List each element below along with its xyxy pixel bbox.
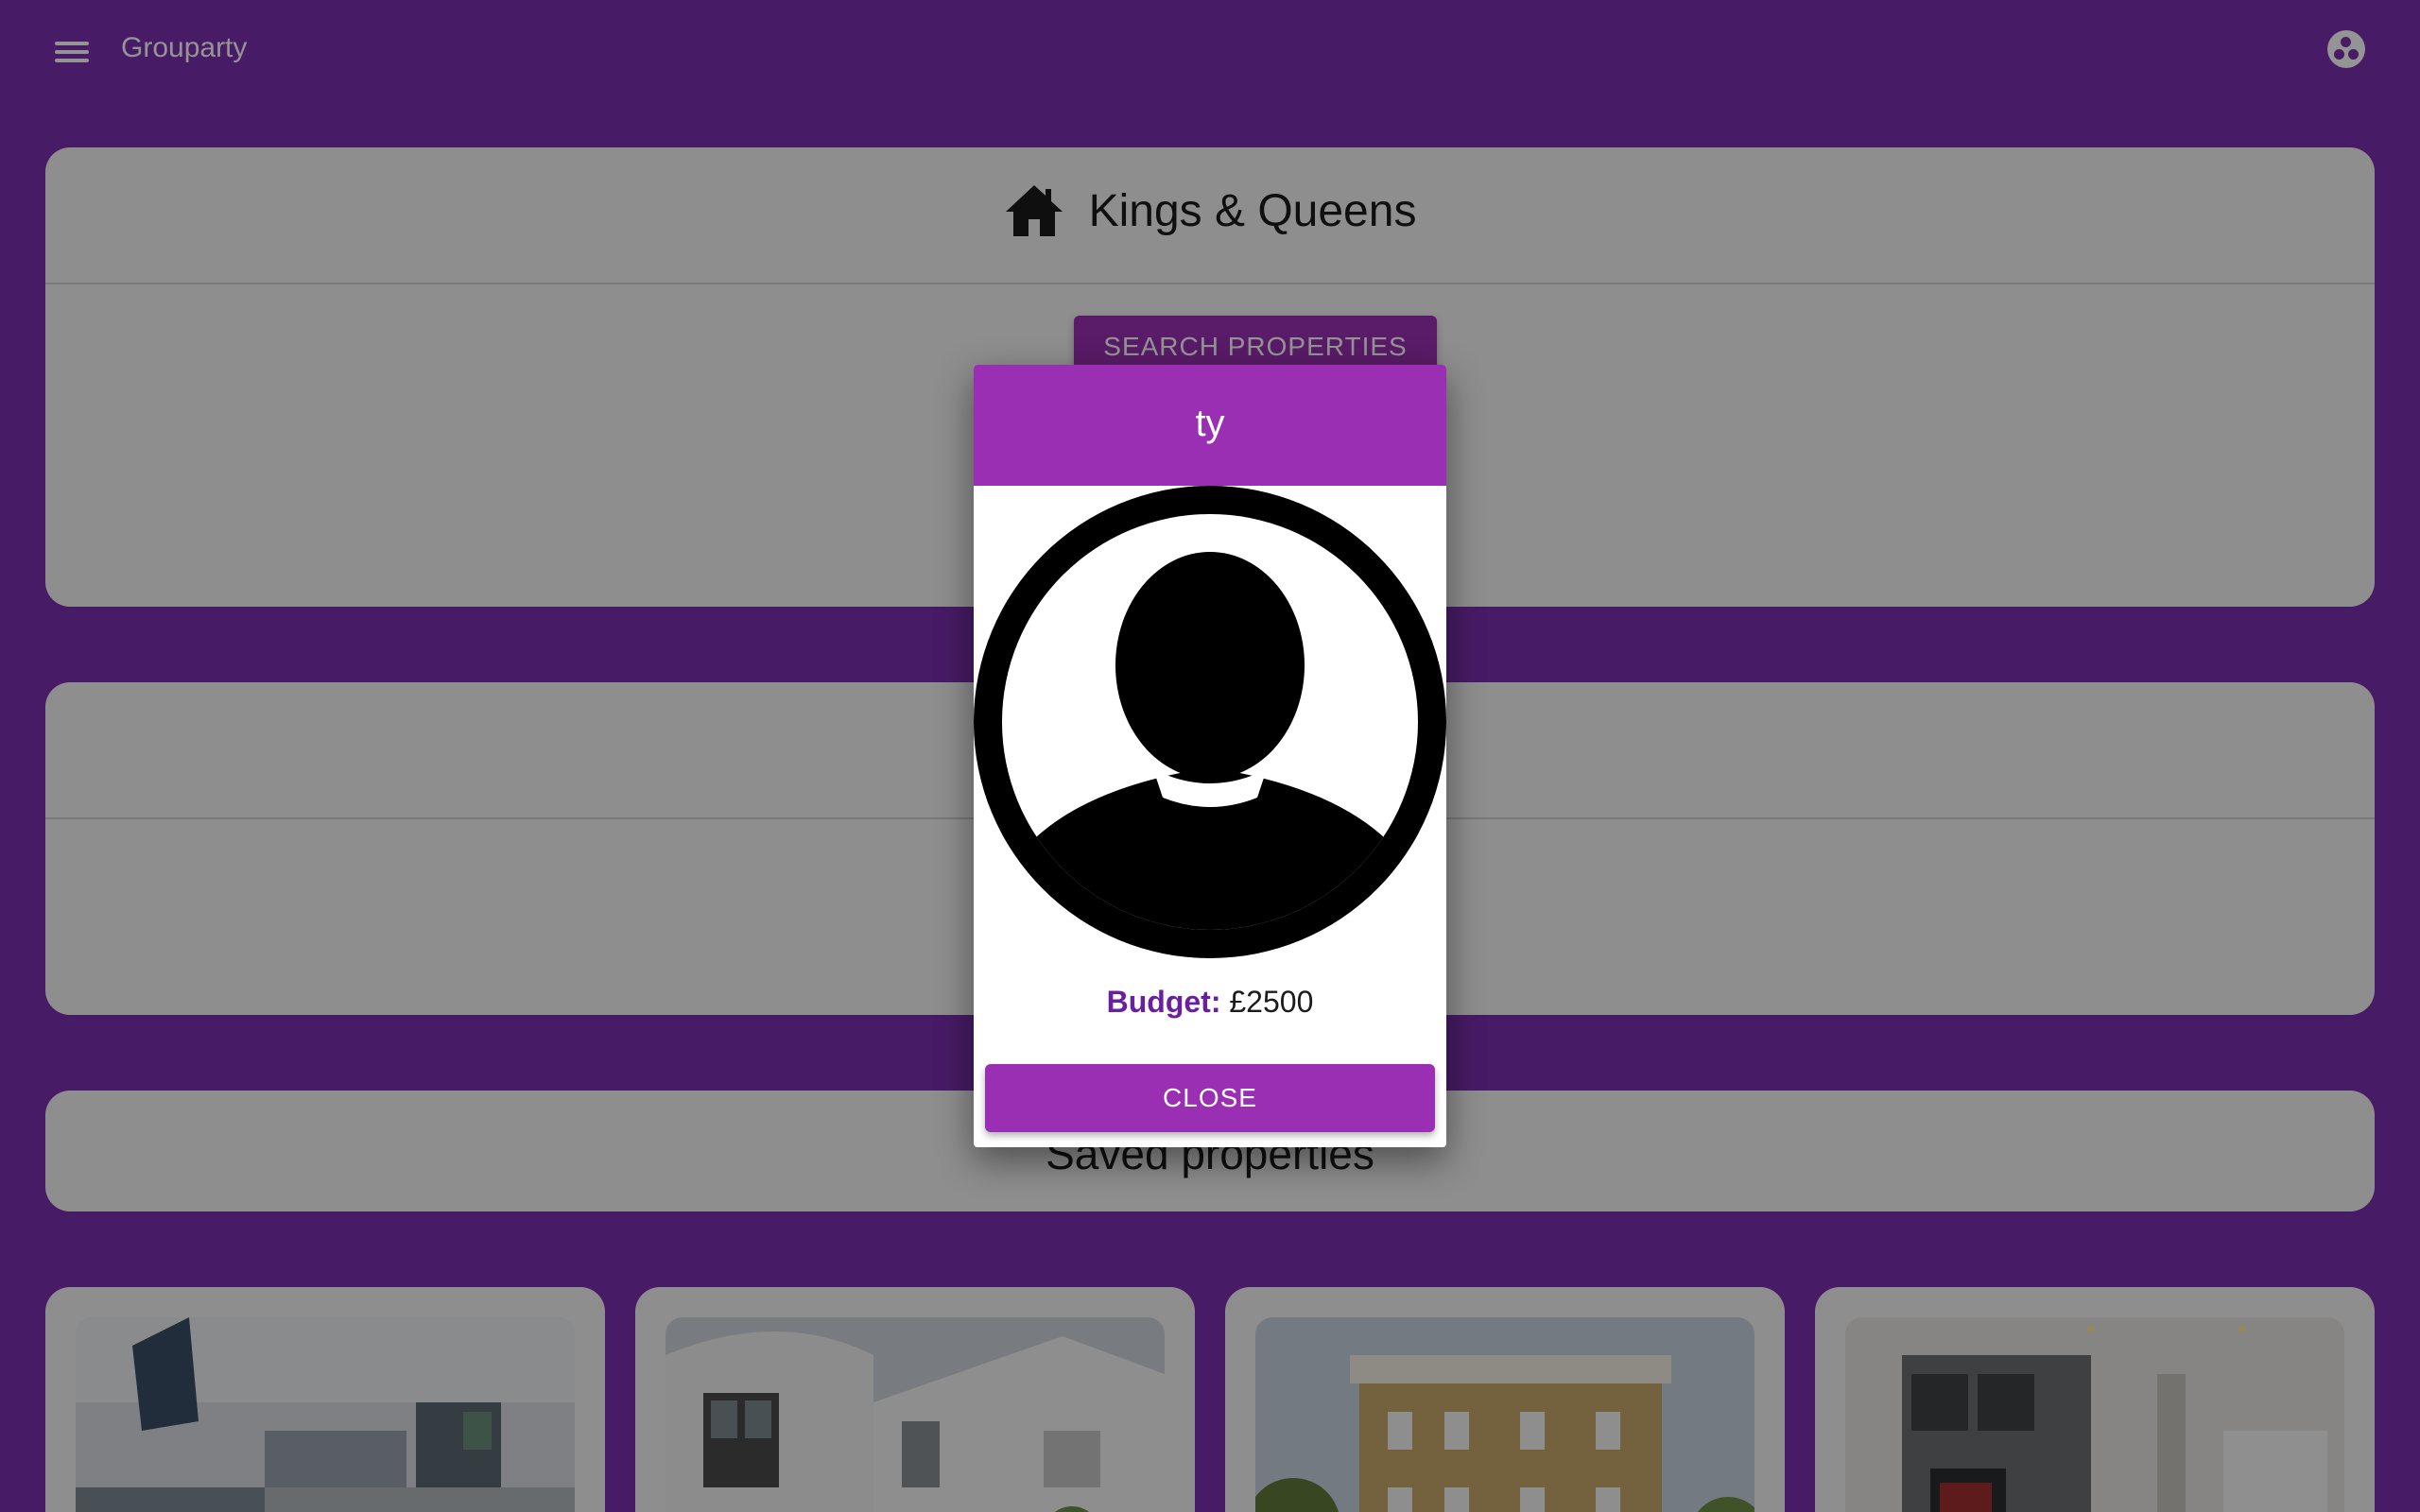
budget-label: Budget: xyxy=(1106,985,1221,1019)
user-avatar-icon xyxy=(974,486,1446,958)
app: Grouparty Kings & Queens SEARCH PROPERTI… xyxy=(0,0,2420,1512)
member-dialog: ty Budget: £2500 CLOSE xyxy=(974,365,1446,1147)
budget-row: Budget: £2500 xyxy=(974,985,1446,1020)
budget-value: £2500 xyxy=(1229,985,1314,1019)
dialog-header: ty xyxy=(974,365,1446,486)
dialog-title: ty xyxy=(1195,403,1225,444)
close-button[interactable]: CLOSE xyxy=(985,1064,1435,1132)
